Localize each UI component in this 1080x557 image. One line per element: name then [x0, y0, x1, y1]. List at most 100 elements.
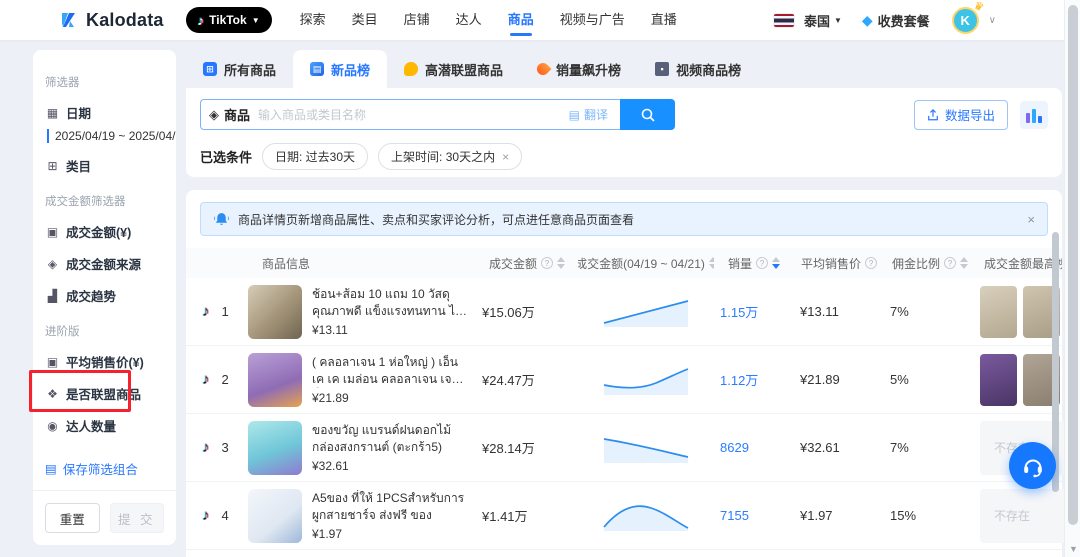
tab-video-products[interactable]: ▪ 视频商品榜 [638, 50, 758, 88]
sort-control[interactable] [960, 257, 968, 269]
sidebar-item-creator-count[interactable]: ◉ 达人数量 [45, 416, 164, 435]
logo-text: Kalodata [86, 9, 164, 30]
help-icon[interactable]: ? [756, 257, 768, 269]
col-top-video: 成交金额最高视频 [984, 256, 1062, 271]
rank-number: 2 [221, 372, 229, 387]
customer-support-button[interactable] [1009, 442, 1056, 489]
diamond-icon: ◆ [861, 11, 873, 28]
translate-button[interactable]: ▤ 翻译 [569, 106, 608, 123]
commission-value: 7% [890, 440, 909, 455]
avg-price-value: ¥32.61 [800, 440, 840, 455]
trend-sparkline [578, 294, 714, 330]
trend-sparkline [578, 362, 714, 398]
nav-item-video-ads[interactable]: 视频与广告 [560, 0, 625, 40]
product-image[interactable] [248, 488, 302, 543]
product-title[interactable]: A5ของ ที่ให้ 1PCSสำหรับการผูกสายชาร์จ ส่… [312, 490, 468, 525]
search-field-label: 商品 [224, 108, 251, 123]
avg-price-value: ¥1.97 [800, 508, 833, 523]
product-search-box[interactable]: ◈ 商品 ▤ 翻译 [200, 99, 620, 130]
video-thumbnail[interactable] [980, 353, 1017, 406]
reset-button[interactable]: 重置 [45, 503, 100, 533]
tab-all-products[interactable]: ⊞ 所有商品 [186, 50, 293, 88]
help-icon[interactable]: ? [865, 257, 877, 269]
nav-item-explore[interactable]: 探索 [300, 0, 326, 40]
remove-filter-icon[interactable]: × [502, 150, 509, 164]
top-navbar: Kalodata ♪ TikTok ▼ 探索 类目 店铺 达人 商品 视频与广告… [0, 0, 1080, 40]
tab-sales-surge[interactable]: 销量飙升榜 [520, 50, 638, 88]
save-filter-combo-link[interactable]: ▤ 保存筛选组合 [33, 449, 176, 490]
sidebar-item-category[interactable]: ⊞ 类目 [45, 156, 164, 175]
sort-control-active[interactable] [772, 257, 780, 269]
product-price: ¥32.61 [312, 459, 349, 474]
affiliate-icon: ❖ [47, 386, 58, 401]
sales-value[interactable]: 1.12万 [714, 370, 794, 389]
help-icon[interactable]: ? [944, 257, 956, 269]
filter-group-title: 筛选器 [45, 77, 80, 89]
search-button[interactable] [620, 99, 675, 130]
col-commission[interactable]: 佣金比例 ? [884, 255, 976, 272]
table-row[interactable]: ♪ 5 1 แถม 1 ครีมหน้าใสลดคล้ำรอย 5 ชิ้น ¥… [186, 550, 1062, 557]
product-table-panel: 商品详情页新增商品属性、卖点和买家评论分析，可点进任意商品页面查看 × 商品信息… [186, 190, 1080, 557]
tab-high-potential-affiliate[interactable]: 高潜联盟商品 [387, 50, 520, 88]
user-avatar[interactable]: K ♛ [951, 0, 986, 34]
sidebar-footer: 重置 提 交 [33, 490, 176, 545]
table-row[interactable]: ♪ 3 ของขวัญ แบรนด์ฝนดอกไม้ กล่องสงกรานต์… [186, 414, 1080, 482]
tiktok-icon: ♪ [202, 507, 210, 524]
nav-item-creator[interactable]: 达人 [456, 0, 482, 40]
sidebar-item-gmv[interactable]: ▣ 成交金额(¥) [45, 222, 164, 241]
product-image[interactable] [248, 420, 302, 475]
nav-item-shop[interactable]: 店铺 [404, 0, 430, 40]
gmv-source-icon: ◈ [47, 256, 58, 271]
rank-number: 1 [221, 304, 229, 319]
platform-selector-button[interactable]: ♪ TikTok ▼ [185, 7, 272, 33]
submit-button[interactable]: 提 交 [109, 503, 164, 533]
sales-value[interactable]: 8629 [714, 440, 794, 455]
page-scrollbar[interactable]: ▼ [1064, 0, 1080, 557]
search-input[interactable] [258, 107, 569, 122]
sort-control[interactable] [557, 257, 565, 269]
scrollbar-thumb[interactable] [1068, 5, 1078, 525]
nav-item-product[interactable]: 商品 [508, 0, 534, 40]
table-row[interactable]: ♪ 1 ช้อน+ส้อม 10 แถม 10 วัสดุ คุณภาพดี แ… [186, 278, 1062, 346]
banner-close-icon[interactable]: × [1027, 212, 1035, 227]
sidebar-item-gmv-trend[interactable]: ▟ 成交趋势 [45, 286, 164, 305]
commission-value: 15% [890, 508, 917, 523]
video-thumbnail[interactable] [980, 285, 1017, 338]
filter-group-title: 进阶版 [45, 326, 80, 338]
nav-item-category[interactable]: 类目 [352, 0, 378, 40]
sidebar-item-avg-price[interactable]: ▣ 平均销售价(¥) [45, 352, 164, 371]
product-title[interactable]: ( คลอลาเจน 1 ห่อใหญ่ ) เอ็น เค เค เมล่อน… [312, 354, 468, 389]
trend-sparkline [578, 430, 714, 466]
kalodata-logo[interactable]: Kalodata [60, 10, 164, 31]
data-export-button[interactable]: 数据导出 [913, 99, 1008, 130]
help-icon[interactable]: ? [541, 257, 553, 269]
col-gmv-range[interactable]: 成交金额(04/19 ~ 04/21) [578, 255, 714, 272]
region-selector[interactable]: 泰国 ▼ [804, 11, 842, 30]
chart-view-button[interactable] [1020, 100, 1048, 129]
table-header: 商品信息 成交金额 ? 成交金额(04/19 ~ 04/21) 销量 ? 平均销… [186, 248, 1062, 278]
product-image[interactable] [248, 284, 302, 339]
filter-tag-listing-time: 上架时间: 30天之内 × [378, 143, 523, 170]
sidebar-item-gmv-source[interactable]: ◈ 成交金额来源 [45, 254, 164, 273]
col-avg-price[interactable]: 平均销售价 ? [794, 255, 884, 272]
product-title[interactable]: ของขวัญ แบรนด์ฝนดอกไม้ กล่องสงกรานต์ (ตะ… [312, 422, 468, 457]
sales-value[interactable]: 7155 [714, 508, 794, 523]
sales-value[interactable]: 1.15万 [714, 302, 794, 321]
selected-filters-row: 已选条件 日期: 过去30天 上架时间: 30天之内 × [200, 143, 1048, 170]
sidebar-item-affiliate[interactable]: ❖ 是否联盟商品 [45, 384, 164, 403]
scroll-down-arrow-icon[interactable]: ▼ [1069, 544, 1078, 554]
tab-new-products[interactable]: ▤ 新品榜 [293, 50, 388, 88]
product-title[interactable]: ช้อน+ส้อม 10 แถม 10 วัสดุ คุณภาพดี แข็งแ… [312, 286, 468, 321]
paid-plan-button[interactable]: ◆ 收费套餐 [862, 11, 930, 30]
product-image[interactable] [248, 352, 302, 407]
col-sales[interactable]: 销量 ? [714, 255, 794, 272]
nav-item-live[interactable]: 直播 [651, 0, 677, 40]
scrollbar-thumb[interactable] [1052, 232, 1059, 492]
table-scrollbar[interactable] [1052, 192, 1059, 557]
table-row[interactable]: ♪ 2 ( คลอลาเจน 1 ห่อใหญ่ ) เอ็น เค เค เม… [186, 346, 1062, 414]
table-row[interactable]: ♪ 4 A5ของ ที่ให้ 1PCSสำหรับการผูกสายชาร์… [186, 482, 1080, 550]
account-chevron-icon[interactable]: ∨ [989, 15, 996, 26]
col-gmv[interactable]: 成交金额 ? [476, 255, 578, 272]
date-range-value[interactable]: 2025/04/19 ~ 2025/04/21 [47, 129, 176, 143]
sidebar-item-date[interactable]: ▦ 日期 [45, 103, 164, 122]
